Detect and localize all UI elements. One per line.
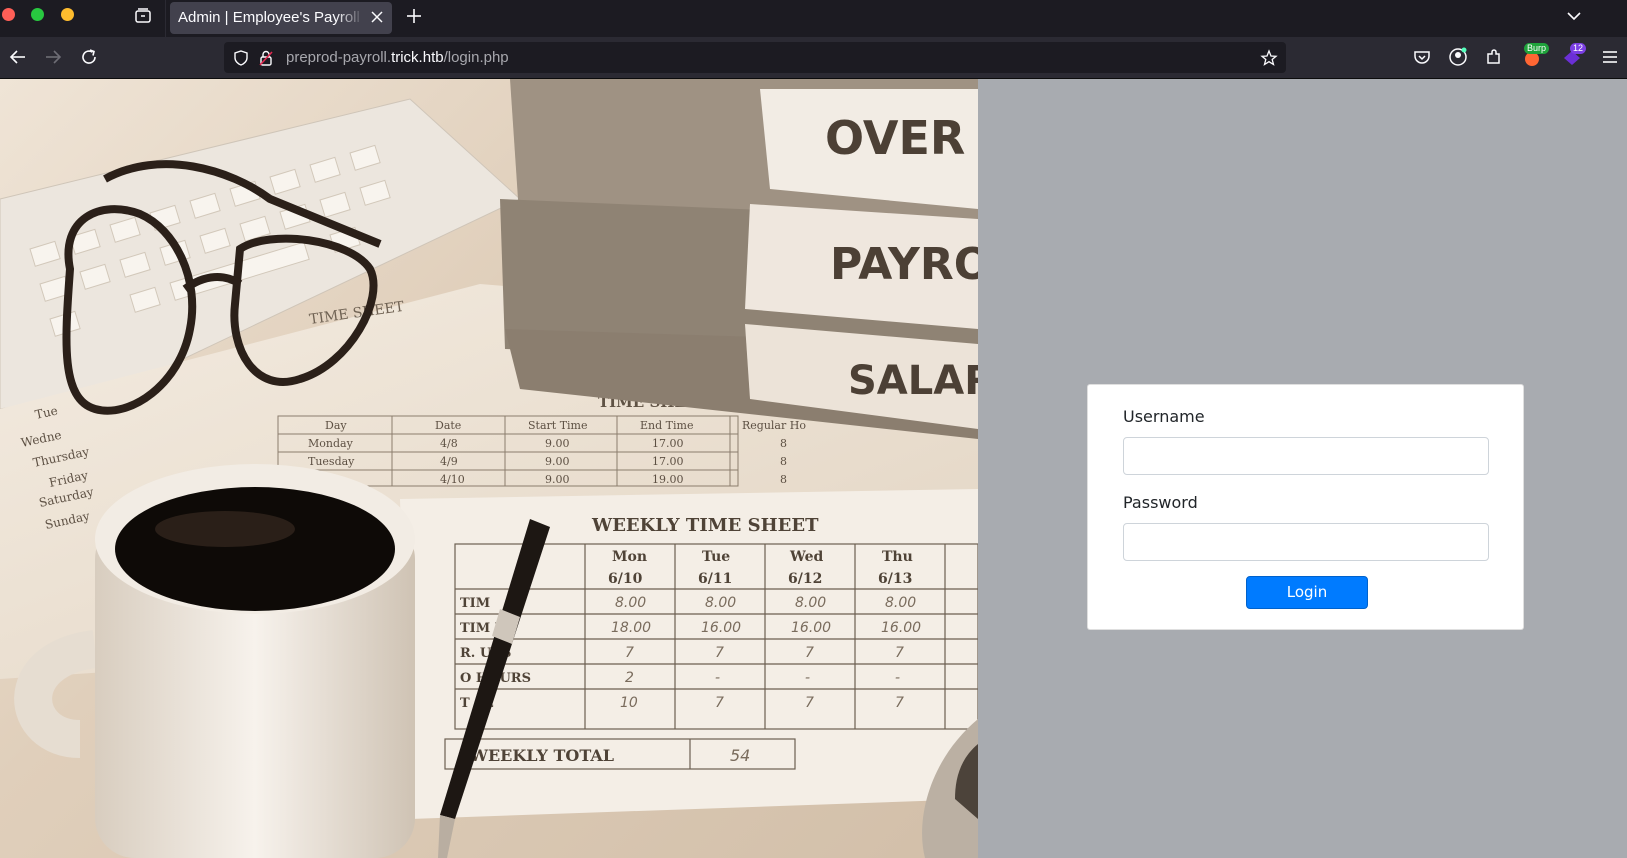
tab-bar: Admin | Employee's Payroll Management Sy… — [0, 0, 1627, 37]
cell-2-2: 16.00 — [701, 620, 741, 636]
foxyproxy-extension-icon[interactable]: 12 — [1562, 43, 1587, 67]
cell-2-1: 18.00 — [611, 620, 651, 636]
ledger-stack: OVER T PAYRO SALARY — [500, 79, 978, 439]
bookmark-star-icon[interactable] — [1260, 49, 1278, 67]
login-button[interactable]: Login — [1246, 576, 1368, 609]
cell-5-4: 7 — [895, 695, 904, 711]
cell-1-3: 8.00 — [795, 595, 826, 611]
tab-separator — [165, 0, 166, 37]
url-host: trick.htb — [391, 49, 444, 66]
cell-1-4: 8.00 — [885, 595, 916, 611]
weekly-title: WEEKLY TIME SHEET — [591, 515, 819, 536]
cell-5-2: 7 — [715, 695, 724, 711]
cell-4-3: - — [805, 670, 810, 686]
ledger-spine-2: PAYRO — [830, 239, 978, 290]
cell-4-2: - — [715, 670, 720, 686]
list-all-tabs-icon[interactable] — [1564, 6, 1584, 26]
row-label-1: TIM — [460, 596, 490, 611]
login-form: Username Password Login — [1087, 384, 1524, 630]
small-row3-end: 19.00 — [652, 473, 684, 486]
close-window-button[interactable] — [2, 8, 15, 21]
reload-icon[interactable] — [79, 47, 99, 67]
url-text[interactable]: preprod-payroll.trick.htb/login.php — [286, 49, 509, 66]
password-label: Password — [1123, 493, 1198, 512]
weekly-day-4: Thu — [882, 549, 913, 565]
maximize-window-button[interactable] — [31, 8, 44, 21]
extensions-puzzle-icon[interactable] — [1484, 47, 1504, 67]
new-tab-icon[interactable] — [404, 6, 424, 26]
small-row3-start: 9.00 — [545, 473, 570, 486]
url-prefix: preprod-payroll. — [286, 49, 392, 66]
username-label: Username — [1123, 407, 1205, 426]
small-row1-regular: 8 — [780, 437, 787, 450]
url-bar[interactable]: preprod-payroll.trick.htb/login.php — [224, 42, 1286, 73]
burp-extension-icon[interactable]: Burp — [1522, 43, 1550, 67]
small-row2-day: Tuesday — [308, 455, 355, 468]
tracking-protection-shield-icon[interactable] — [232, 49, 250, 67]
cell-3-2: 7 — [715, 645, 724, 661]
weekly-day-1: Mon — [612, 549, 647, 565]
hero-photo: TIME SHEET TIME SHEET Day Date Start Tim… — [0, 79, 978, 858]
payroll-desk-illustration: TIME SHEET TIME SHEET Day Date Start Tim… — [0, 79, 978, 858]
weekly-date-2: 6/11 — [698, 571, 732, 587]
small-row1-date: 4/8 — [440, 437, 458, 450]
count-badge: 12 — [1570, 43, 1587, 54]
small-header-regular: Regular Ho — [742, 419, 806, 432]
small-header-start: Start Time — [528, 419, 588, 432]
burp-badge: Burp — [1524, 43, 1550, 54]
weekly-total-value: 54 — [730, 746, 750, 765]
weekly-day-2: Tue — [702, 549, 730, 565]
cell-4-1: 2 — [625, 670, 634, 686]
weekly-total-label: WEEKLY TOTAL — [469, 746, 614, 765]
cell-4-4: - — [895, 670, 900, 686]
password-input[interactable] — [1123, 523, 1489, 561]
cell-5-1: 10 — [620, 695, 638, 711]
small-row2-end: 17.00 — [652, 455, 684, 468]
small-row2-start: 9.00 — [545, 455, 570, 468]
cell-1-2: 8.00 — [705, 595, 736, 611]
small-row1-start: 9.00 — [545, 437, 570, 450]
weekly-date-3: 6/12 — [788, 571, 822, 587]
account-icon[interactable] — [1448, 47, 1468, 67]
tab-title: Admin | Employee's Payroll Management Sy… — [178, 9, 364, 26]
small-row3-date: 4/10 — [440, 473, 465, 486]
url-path: /login.php — [443, 49, 509, 66]
small-row2-regular: 8 — [780, 455, 787, 468]
cell-1-1: 8.00 — [615, 595, 646, 611]
ledger-spine-1: OVER T — [825, 111, 978, 165]
small-header-end: End Time — [640, 419, 693, 432]
small-header-day: Day — [325, 419, 347, 432]
cell-2-4: 16.00 — [881, 620, 921, 636]
ledger-spine-3: SALARY — [848, 358, 978, 404]
cell-3-1: 7 — [625, 645, 634, 661]
cell-5-3: 7 — [805, 695, 814, 711]
small-row1-day: Monday — [308, 437, 354, 450]
firefox-view-icon[interactable] — [134, 7, 152, 25]
back-arrow-icon[interactable] — [8, 47, 28, 67]
forward-arrow-icon[interactable] — [43, 47, 63, 67]
weekly-date-4: 6/13 — [878, 571, 912, 587]
minimize-window-button[interactable] — [61, 8, 74, 21]
small-row2-date: 4/9 — [440, 455, 458, 468]
weekly-date-1: 6/10 — [608, 571, 643, 587]
pocket-icon[interactable] — [1412, 47, 1432, 67]
close-tab-icon[interactable] — [368, 8, 386, 26]
username-input[interactable] — [1123, 437, 1489, 475]
small-header-date: Date — [435, 419, 461, 432]
small-row3-regular: 8 — [780, 473, 787, 486]
tab-active[interactable]: Admin | Employee's Payroll Management Sy… — [170, 2, 392, 34]
page-content: TIME SHEET TIME SHEET Day Date Start Tim… — [0, 79, 1627, 858]
cell-3-3: 7 — [805, 645, 814, 661]
weekly-day-3: Wed — [789, 549, 823, 565]
hamburger-menu-icon[interactable] — [1600, 47, 1620, 67]
small-row1-end: 17.00 — [652, 437, 684, 450]
navigation-toolbar: preprod-payroll.trick.htb/login.php Burp… — [0, 37, 1627, 79]
cell-3-4: 7 — [895, 645, 904, 661]
insecure-lock-icon[interactable] — [257, 49, 275, 67]
weekly-timesheet: WEEKLY TIME SHEET Mon Tue Wed Thu 6/10 6… — [400, 489, 978, 819]
cell-2-3: 16.00 — [791, 620, 831, 636]
